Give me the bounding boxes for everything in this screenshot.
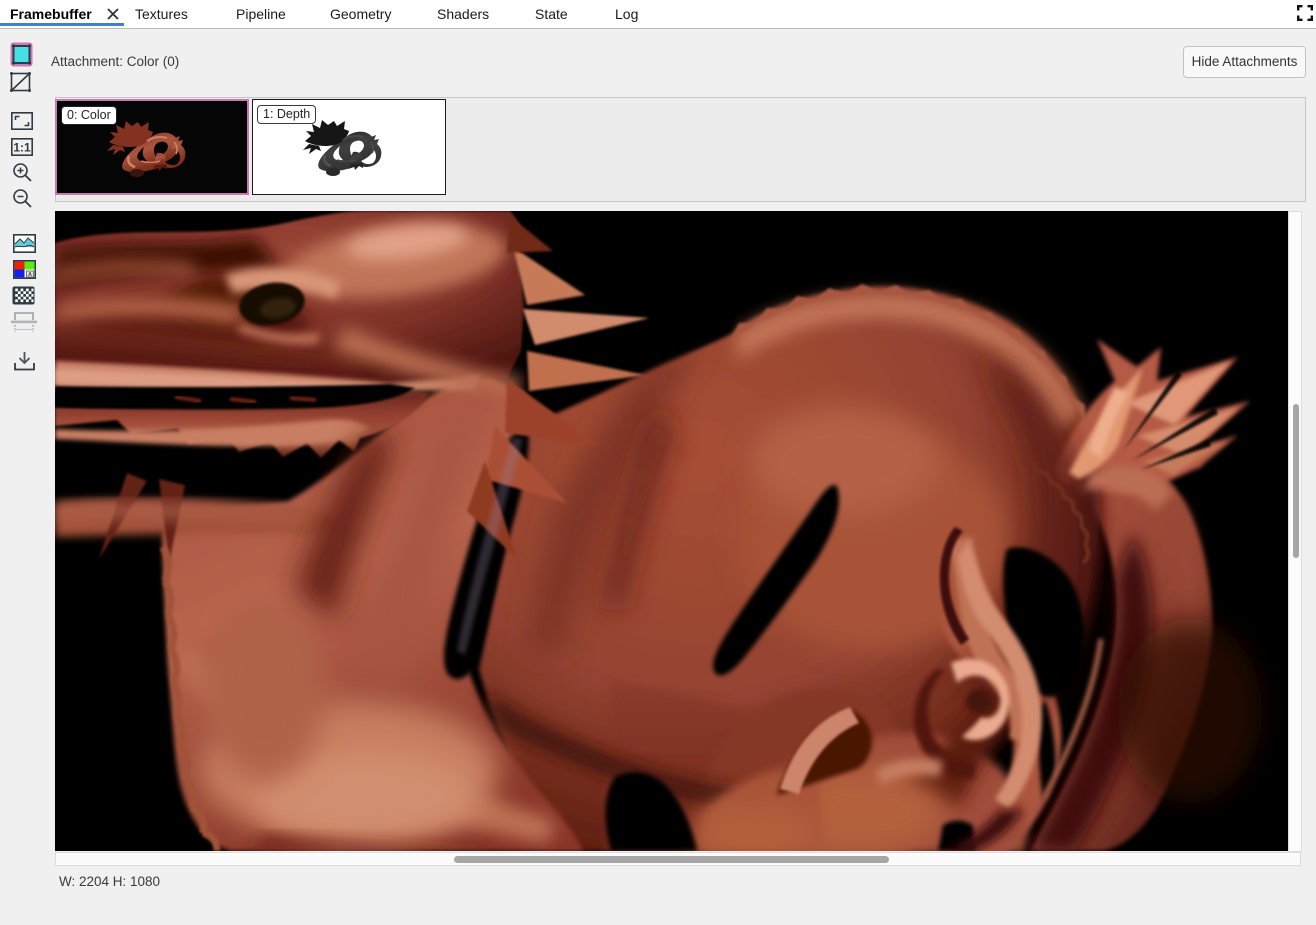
svg-text:1:1: 1:1: [13, 141, 31, 155]
svg-text:A: A: [28, 272, 32, 278]
